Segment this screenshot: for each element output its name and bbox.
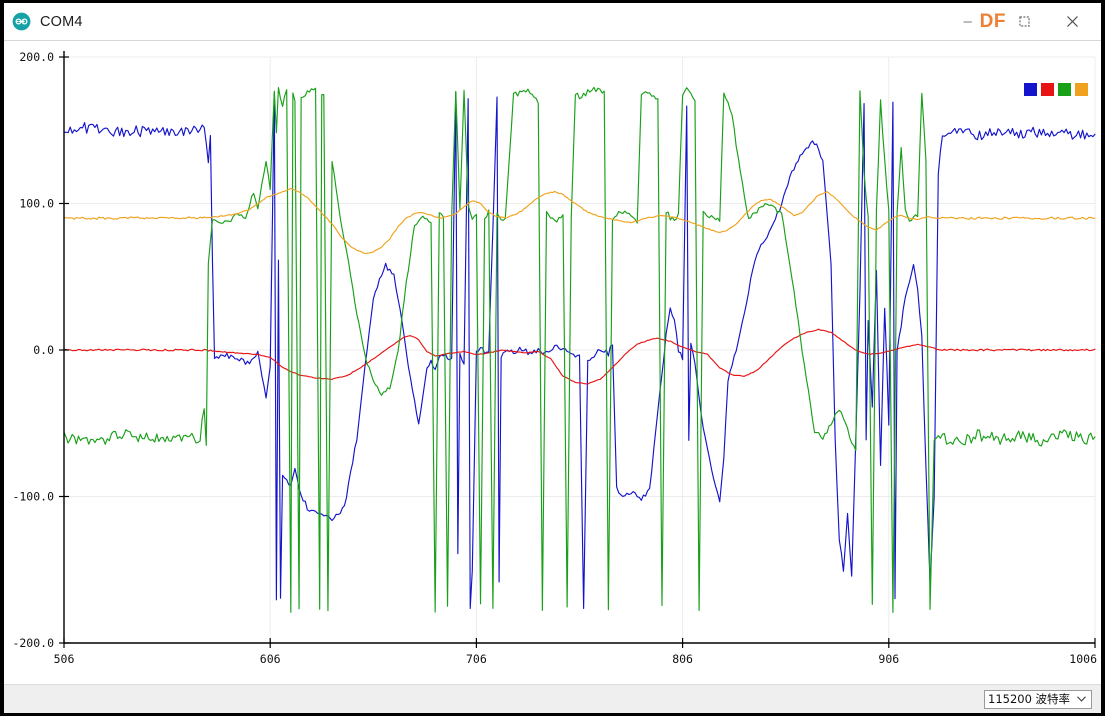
close-icon [1066,16,1078,27]
y-axis-tick-label: -100.0 [12,490,54,504]
plot-area: 200.0 100.0 0.0 -100.0 -200.0 506 606 706 806 906… [4,41,1101,684]
x-axis-tick-label: 606 [260,652,281,666]
x-axis-tick-label: 906 [878,652,899,666]
waveform-plot: 200.0 100.0 0.0 -100.0 -200.0506 606 706 806 906… [12,50,1097,666]
arduino-logo-icon [12,12,31,31]
baud-rate-select[interactable]: 115200 波特率 [984,689,1092,709]
legend-swatch-series-1[interactable] [1024,83,1037,96]
y-axis-tick-label: 100.0 [19,197,54,211]
baud-rate-value: 115200 波特率 [988,692,1071,706]
chevron-down-icon [1074,696,1089,702]
y-axis-tick-label: -200.0 [12,636,54,650]
y-axis-tick-label: 0.0 [33,343,54,357]
title-bar: COM4 – DF [4,3,1101,41]
legend [1024,83,1088,96]
close-button[interactable] [1057,9,1087,35]
maximize-icon [1018,16,1030,27]
x-axis-tick-label: 506 [54,652,75,666]
x-axis-tick-label: 706 [466,652,487,666]
legend-swatch-series-2[interactable] [1041,83,1054,96]
serial-plotter-window: COM4 – DF 200.0 100.0 0.0 -100.0 -200.0 506 60… [4,3,1101,713]
minimize-icon: – [963,13,972,30]
x-axis-tick-label: 1006 [1069,652,1097,666]
maximize-button[interactable] [1009,9,1039,35]
window-title: COM4 [40,13,83,30]
brand-label: DF [979,10,1006,32]
status-bar: 115200 波特率 [4,684,1101,713]
legend-swatch-series-3[interactable] [1058,83,1071,96]
legend-swatch-series-4[interactable] [1075,83,1088,96]
minimize-button[interactable]: – [957,9,979,35]
x-axis-tick-label: 806 [672,652,693,666]
y-axis-tick-label: 200.0 [19,50,54,64]
